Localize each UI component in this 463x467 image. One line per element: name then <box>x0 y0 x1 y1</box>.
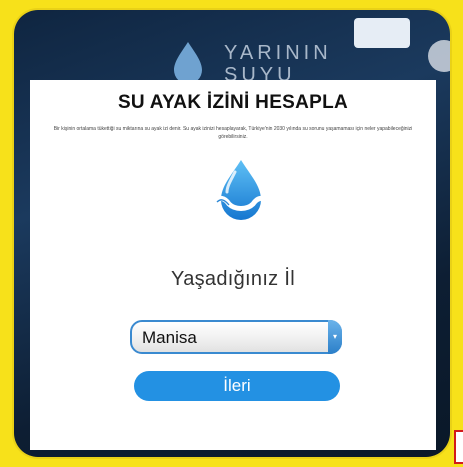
modal-description: Bir kişinin ortalama tükettiği su miktar… <box>53 126 413 140</box>
next-button[interactable]: İleri <box>134 371 340 401</box>
background-logo <box>354 18 410 48</box>
city-select-value: Manisa <box>142 328 197 347</box>
corner-decoration <box>454 430 463 464</box>
background-water-drop-icon <box>174 42 202 84</box>
modal-title: SU AYAK İZİNİ HESAPLA <box>117 92 349 113</box>
water-drop-hug-icon <box>213 160 269 220</box>
calculator-modal: SU AYAK İZİNİ HESAPLA Bir kişinin ortala… <box>30 80 436 450</box>
city-select[interactable]: Manisa ▾ <box>130 320 342 354</box>
background-decoration <box>428 40 450 72</box>
background-title-line1: YARININ <box>224 42 332 64</box>
chevron-down-icon[interactable]: ▾ <box>328 320 342 354</box>
city-field-label: Yaşadığınız İl <box>171 268 295 290</box>
